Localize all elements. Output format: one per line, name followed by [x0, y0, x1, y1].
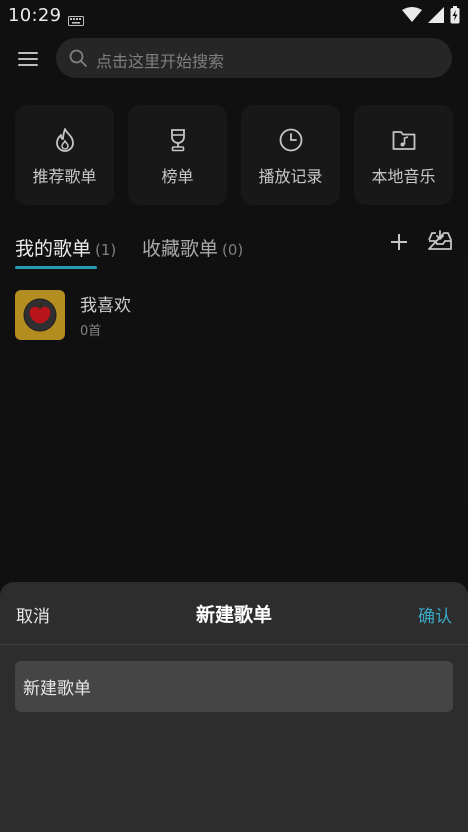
cancel-button[interactable]: 取消 — [16, 602, 50, 627]
new-playlist-dialog: 新建歌单 取消 确认 — [0, 582, 468, 832]
divider — [0, 644, 468, 645]
dialog-title: 新建歌单 — [195, 604, 272, 626]
confirm-button[interactable]: 确认 — [418, 602, 452, 627]
playlist-name-input[interactable] — [15, 661, 453, 712]
